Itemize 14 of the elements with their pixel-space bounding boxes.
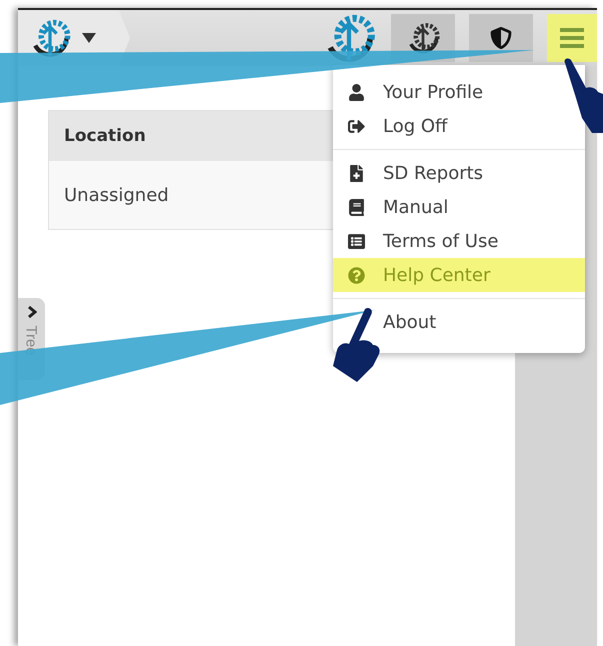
menu-item-icon <box>348 232 364 250</box>
menu-item-icon <box>348 84 364 100</box>
menu-item-icon <box>348 198 364 216</box>
caret-icon <box>82 33 96 43</box>
menu-icon <box>560 28 584 48</box>
menu-item[interactable]: About <box>333 305 585 339</box>
shield-button[interactable] <box>469 14 533 62</box>
hand-pointer-icon <box>562 58 603 133</box>
menu-button[interactable] <box>547 14 597 62</box>
menu-item-icon <box>348 266 364 284</box>
shield-icon <box>490 27 512 49</box>
menu-item-icon <box>348 118 364 134</box>
menu-item-icon <box>348 164 364 182</box>
chevron-icon <box>26 306 36 318</box>
